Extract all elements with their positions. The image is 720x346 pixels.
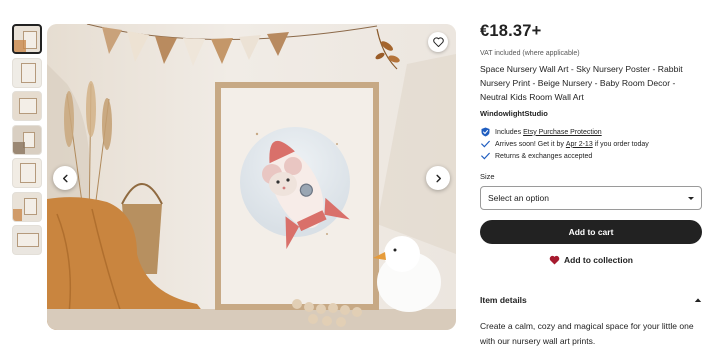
perk-protection: Includes Etsy Purchase Protection: [480, 126, 704, 138]
purchase-protection-link[interactable]: Etsy Purchase Protection: [523, 129, 602, 136]
arrival-suffix: if you order today: [594, 140, 649, 148]
protection-prefix: Includes: [495, 128, 522, 136]
perks-list: Includes Etsy Purchase Protection Arrive…: [480, 126, 704, 162]
item-details-toggle[interactable]: Item details: [480, 290, 702, 310]
thumbnail-image-detail: [13, 141, 25, 154]
favorite-button[interactable]: [428, 32, 448, 52]
thumbnail-4[interactable]: [12, 124, 42, 155]
vat-note: VAT included (where applicable): [480, 50, 580, 57]
thumbnail-6[interactable]: [12, 191, 42, 222]
thumbnail-list: [12, 24, 44, 259]
caret-down-icon: [688, 196, 694, 200]
arrival-dates-link[interactable]: Apr 2-13: [566, 141, 593, 148]
thumbnail-3[interactable]: [12, 91, 42, 121]
main-product-image[interactable]: [47, 24, 456, 330]
product-photo: [47, 24, 456, 330]
size-label: Size: [480, 172, 495, 181]
thumbnail-image: [24, 197, 37, 215]
shop-name-link[interactable]: WindowlightStudio: [480, 109, 704, 118]
heart-outline-icon: [432, 37, 444, 47]
chevron-up-icon: [694, 297, 702, 303]
add-to-collection-label: Add to collection: [564, 255, 633, 265]
thumbnail-image-detail: [14, 40, 26, 52]
add-to-collection-button[interactable]: Add to collection: [480, 250, 702, 270]
item-details-text: Create a calm, cozy and magical space fo…: [480, 321, 694, 346]
thumbnail-image-detail: [13, 208, 22, 221]
arrival-prefix: Arrives soon! Get it by: [495, 140, 564, 148]
thumbnail-image: [21, 62, 36, 83]
thumbnail-image: [19, 98, 37, 114]
shield-check-icon: [480, 127, 491, 138]
thumbnail-2[interactable]: [12, 57, 42, 88]
thumbnail-5[interactable]: [12, 158, 42, 188]
product-title: Space Nursery Wall Art - Sky Nursery Pos…: [480, 64, 683, 102]
thumbnail-1[interactable]: [12, 24, 42, 54]
perk-returns: Returns & exchanges accepted: [480, 150, 704, 162]
chevron-right-icon: [434, 174, 443, 183]
next-image-button[interactable]: [426, 166, 450, 190]
product-info-panel: €18.37+ VAT included (where applicable) …: [480, 22, 704, 346]
heart-filled-icon: [549, 255, 560, 265]
returns-text: Returns & exchanges accepted: [495, 152, 593, 160]
price: €18.37+: [480, 22, 542, 40]
size-select-value: Select an option: [488, 193, 549, 203]
thumbnail-image: [20, 163, 36, 183]
check-icon: [480, 151, 491, 162]
thumbnail-image: [17, 233, 39, 247]
chevron-left-icon: [61, 174, 70, 183]
thumbnail-7[interactable]: [12, 225, 42, 255]
perk-arrival: Arrives soon! Get it by Apr 2-13 if you …: [480, 138, 704, 150]
check-icon: [480, 139, 491, 150]
previous-image-button[interactable]: [53, 166, 77, 190]
item-details-heading: Item details: [480, 295, 527, 305]
add-to-cart-button[interactable]: Add to cart: [480, 220, 702, 244]
size-select[interactable]: Select an option: [480, 186, 702, 210]
